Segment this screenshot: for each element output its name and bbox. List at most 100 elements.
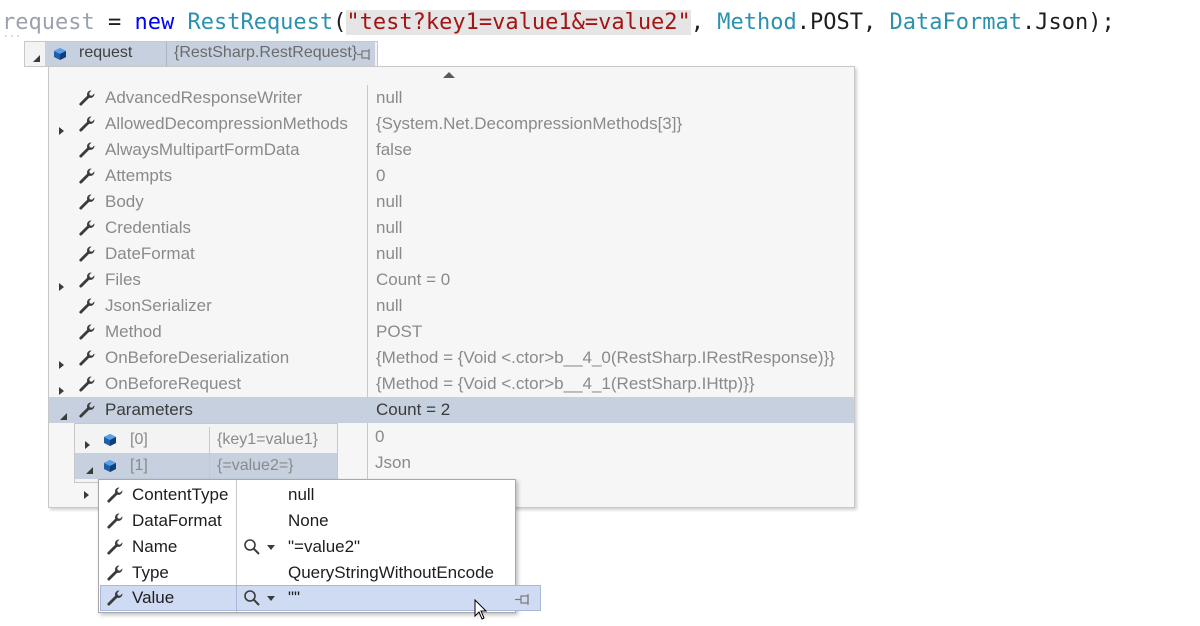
magnifier-icon[interactable] [243,538,261,561]
field-name: Type [132,563,169,582]
parameter-row-0[interactable]: [0] {key1=value1} [75,427,337,453]
property-row[interactable]: DateFormat null [49,241,854,267]
type-method: Method [717,10,797,35]
field-row[interactable]: Type QueryStringWithoutEncode [99,560,515,586]
pin-icon[interactable] [515,591,533,611]
field-value: QueryStringWithoutEncode [288,563,494,582]
member-json: .Json [1021,10,1089,35]
property-name: Method [105,322,162,341]
parameter-value: {key1=value1} [217,431,318,448]
field-value: "=value2" [288,537,361,556]
property-name: Credentials [105,218,191,237]
chevron-down-icon[interactable] [267,596,275,601]
field-row[interactable]: DataFormat None [99,508,515,534]
cube-icon [53,47,67,61]
property-name: OnBeforeDeserialization [105,348,290,367]
wrench-icon [106,589,124,612]
property-name: AllowedDecompressionMethods [105,114,348,133]
property-name: JsonSerializer [105,296,212,315]
wrench-icon [78,375,96,398]
code-line: request = new RestRequest("test?key1=val… [2,6,1115,40]
property-row[interactable]: Credentials null [49,215,854,241]
property-row[interactable]: Files Count = 0 [49,267,854,293]
cube-icon [103,459,117,473]
property-row[interactable]: Body null [49,189,854,215]
property-row[interactable]: AlwaysMultipartFormData false [49,137,854,163]
property-name: OnBeforeRequest [105,374,242,393]
magnifier-icon[interactable] [243,589,261,612]
type-dataformat: DataFormat [889,10,1022,35]
assign-operator: = [94,10,135,35]
property-name: AlwaysMultipartFormData [105,140,300,159]
parameter-value: {=value2=} [217,457,294,474]
expand-arrow-icon[interactable] [84,486,89,504]
wrench-icon [106,486,124,509]
wrench-icon [106,538,124,561]
parameter-name: [1] [130,457,148,474]
wrench-icon [78,245,96,268]
parameter-name: [0] [130,431,148,448]
keyword-new: new [134,10,175,35]
partial-value: Json [375,453,411,472]
paren-open: ( [333,10,347,35]
property-value: null [376,218,403,237]
field-value: null [288,485,315,504]
field-name: Name [132,537,178,556]
wrench-icon [78,323,96,346]
property-name: DateFormat [105,244,195,263]
member-post: .POST [796,10,864,35]
field-value[interactable]: "" [288,588,300,608]
string-literal: "test?key1=value1&=value2" [346,10,691,35]
property-row[interactable]: JsonSerializer null [49,293,854,319]
field-value: None [288,511,329,530]
datatip-parameters: [0] {key1=value1} [1] {=value2=} [74,423,338,483]
property-row[interactable]: AdvancedResponseWriter null [49,85,854,111]
parameter-row-1[interactable]: [1] {=value2=} [75,453,337,479]
field-row[interactable]: Name "=value2" [99,534,515,560]
expand-arrow-icon[interactable] [85,436,90,454]
field-name: DataFormat [132,511,222,530]
property-row[interactable]: OnBeforeDeserialization {Method = {Void <… [49,345,854,371]
cube-icon [103,433,117,447]
column-divider [209,453,210,479]
column-divider [209,427,210,453]
wrench-icon [78,271,96,294]
collapse-arrow-icon[interactable] [85,462,94,480]
property-row[interactable]: AllowedDecompressionMethods {System.Net.D… [49,111,854,137]
property-value: null [376,192,403,211]
property-row[interactable]: OnBeforeRequest {Method = {Void <.ctor>b_… [49,371,854,397]
property-value: false [376,140,412,159]
wrench-icon [78,297,96,320]
field-name: ContentType [132,485,229,504]
wrench-icon [78,401,96,424]
property-value: null [376,88,403,107]
property-row[interactable]: Parameters Count = 2 [49,397,854,423]
property-value: 0 [376,166,386,185]
property-row[interactable]: Attempts 0 [49,163,854,189]
property-name: AdvancedResponseWriter [105,88,303,107]
collapse-arrow-icon[interactable] [59,406,68,426]
property-name: Body [105,192,144,211]
comma: , [863,10,890,35]
wrench-icon [106,564,124,587]
wrench-icon [78,141,96,164]
comma: , [690,10,718,35]
collapse-arrow-icon[interactable] [32,50,41,68]
property-value: null [376,244,403,263]
column-divider [236,586,237,610]
scroll-up-arrow-icon[interactable] [443,72,455,78]
pin-icon[interactable] [357,48,373,66]
datatip-root-name: request [79,44,133,61]
field-row[interactable]: ContentType null [99,482,515,508]
property-value: {Method = {Void <.ctor>b__4_1(RestSharp.… [376,374,755,393]
property-value: POST [376,322,423,341]
property-row[interactable]: Method POST [49,319,854,345]
chevron-down-icon[interactable] [267,545,275,550]
type-restrequest: RestRequest [187,10,334,35]
wrench-icon [78,167,96,190]
property-value: {Method = {Void <.ctor>b__4_0(RestSharp.… [376,348,835,367]
wrench-icon [78,89,96,112]
wrench-icon [78,115,96,138]
property-name: Parameters [105,400,193,419]
